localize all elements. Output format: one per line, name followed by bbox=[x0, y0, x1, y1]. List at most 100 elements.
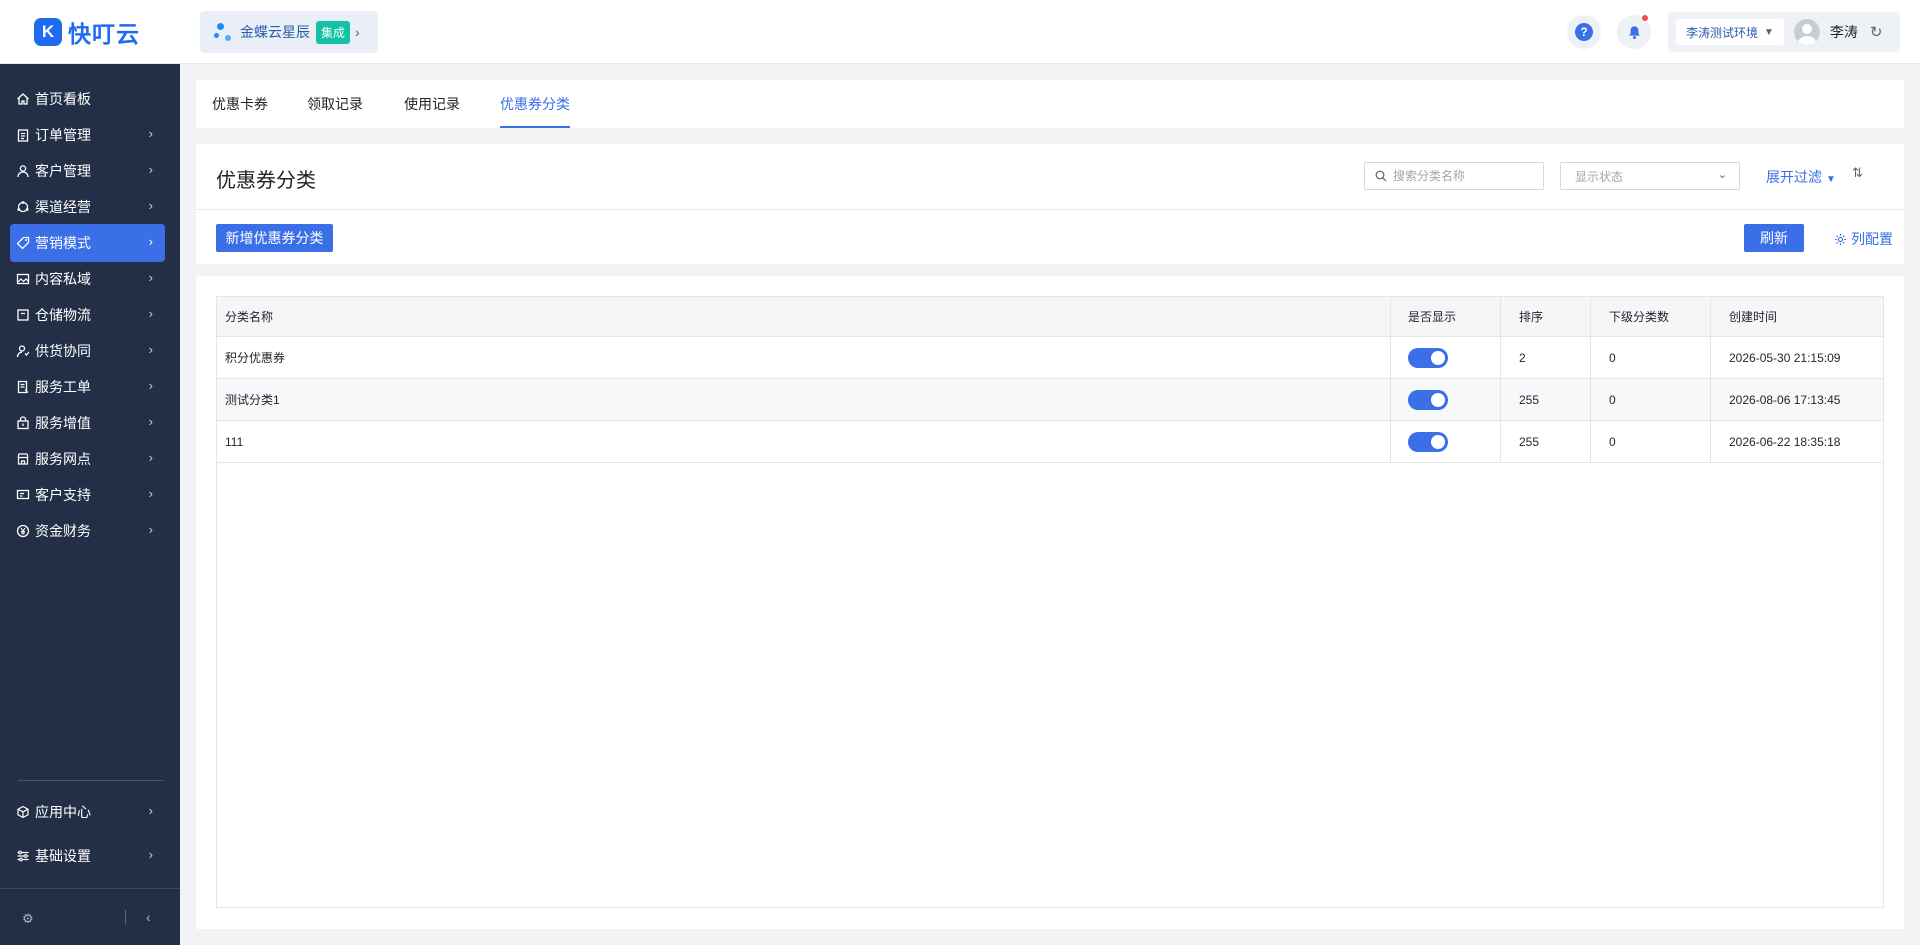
notification-button[interactable] bbox=[1617, 15, 1651, 49]
tab-claim-records[interactable]: 领取记录 bbox=[307, 80, 363, 128]
product-switcher[interactable]: 金蝶云星辰 集成 › bbox=[200, 11, 378, 53]
sidebar-item-label: 基础设置 bbox=[35, 848, 91, 864]
sidebar-item-customers[interactable]: 客户管理 › bbox=[10, 152, 165, 190]
chevron-right-icon: › bbox=[148, 126, 153, 141]
sort-value: 2 bbox=[1501, 337, 1591, 378]
environment-select[interactable]: 李涛测试环境 ▼ bbox=[1676, 19, 1784, 45]
subcategory-count: 0 bbox=[1591, 337, 1711, 378]
product-tag-badge: 集成 bbox=[316, 20, 351, 44]
footer-separator bbox=[125, 910, 126, 924]
top-header: K 快叮云 金蝶云星辰 集成 › ? 李涛测试环境 ▼ 李涛 ↻ bbox=[0, 0, 1920, 64]
cube-icon bbox=[16, 805, 30, 819]
refresh-button[interactable]: 刷新 bbox=[1744, 224, 1804, 252]
sidebar-item-finance[interactable]: 资金财务 › bbox=[10, 512, 165, 550]
sidebar-item-channels[interactable]: 渠道经营 › bbox=[10, 188, 165, 226]
yuan-icon bbox=[16, 524, 30, 538]
table-row[interactable]: 111 255 0 2026-06-22 18:35:18 bbox=[217, 421, 1883, 463]
user-name[interactable]: 李涛 bbox=[1830, 22, 1858, 42]
sidebar-item-dashboard[interactable]: 首页看板 bbox=[10, 80, 165, 118]
sidebar-item-marketing[interactable]: 营销模式 › bbox=[10, 224, 165, 262]
column-header[interactable]: 是否显示 bbox=[1391, 297, 1501, 336]
gear-icon bbox=[1834, 233, 1847, 245]
table-row[interactable]: 积分优惠券 2 0 2026-05-30 21:15:09 bbox=[217, 337, 1883, 379]
visibility-toggle[interactable] bbox=[1408, 431, 1448, 452]
status-select-placeholder: 显示状态 bbox=[1575, 169, 1624, 184]
sidebar-item-outlets[interactable]: 服务网点 › bbox=[10, 440, 165, 478]
sidebar-footer-divider bbox=[0, 888, 180, 889]
sort-value: 255 bbox=[1501, 379, 1591, 420]
home-icon bbox=[16, 92, 30, 106]
refresh-icon[interactable]: ↻ bbox=[1870, 23, 1883, 41]
tab-coupons[interactable]: 优惠卡券 bbox=[212, 80, 268, 128]
sidebar-item-label: 服务网点 bbox=[35, 451, 91, 467]
category-name: 测试分类1 bbox=[217, 379, 1391, 420]
category-table: 分类名称 是否显示 排序 下级分类数 创建时间 积分优惠券 2 0 2026-0… bbox=[216, 296, 1884, 908]
product-name: 金蝶云星辰 bbox=[240, 24, 310, 40]
sidebar-item-settings[interactable]: 基础设置 › bbox=[10, 837, 165, 875]
column-header[interactable]: 分类名称 bbox=[217, 297, 1391, 336]
created-time: 2026-06-22 18:35:18 bbox=[1729, 434, 1841, 449]
sidebar-item-value-added[interactable]: 服务增值 › bbox=[10, 404, 165, 442]
collapse-sidebar-icon[interactable]: ‹ bbox=[146, 909, 151, 925]
column-header[interactable]: 下级分类数 bbox=[1591, 297, 1711, 336]
bell-icon bbox=[1628, 25, 1640, 39]
sort-icon[interactable]: ⇅ bbox=[1852, 165, 1863, 181]
created-time: 2026-08-06 17:13:45 bbox=[1729, 392, 1841, 407]
chevron-right-icon: › bbox=[148, 414, 153, 429]
table-header: 分类名称 是否显示 排序 下级分类数 创建时间 bbox=[217, 297, 1883, 337]
sidebar-item-warehouse[interactable]: 仓储物流 › bbox=[10, 296, 165, 334]
column-config-button[interactable]: 列配置 bbox=[1834, 229, 1893, 249]
expand-filter-label: 展开过滤 bbox=[1766, 169, 1822, 185]
subcategory-count: 0 bbox=[1591, 421, 1711, 462]
chevron-right-icon: › bbox=[148, 342, 153, 357]
chevron-right-icon: › bbox=[148, 162, 153, 177]
sidebar-item-label: 营销模式 bbox=[35, 235, 91, 251]
visibility-toggle[interactable] bbox=[1408, 347, 1448, 368]
chevron-down-icon: ▼ bbox=[1826, 174, 1836, 185]
sidebar: 首页看板 订单管理 › 客户管理 › 渠道经营 › 营销模式 › 内容私域 › … bbox=[0, 64, 180, 945]
sidebar-item-label: 首页看板 bbox=[35, 91, 91, 107]
search-field[interactable] bbox=[1364, 162, 1544, 190]
search-input[interactable] bbox=[1393, 169, 1533, 183]
notification-dot bbox=[1642, 15, 1648, 21]
help-icon: ? bbox=[1575, 23, 1593, 41]
image-icon bbox=[16, 272, 30, 286]
tab-bar: 优惠卡券 领取记录 使用记录 优惠券分类 bbox=[196, 80, 1904, 128]
toolbar-panel: 优惠券分类 显示状态 ⌄ 展开过滤 ▼ ⇅ 新增优惠券分类 刷新 列配置 bbox=[196, 144, 1904, 264]
sidebar-item-label: 供货协同 bbox=[35, 343, 91, 359]
sidebar-item-label: 客户管理 bbox=[35, 163, 91, 179]
sidebar-item-app-center[interactable]: 应用中心 › bbox=[10, 793, 165, 831]
store-icon bbox=[16, 452, 30, 466]
status-select[interactable]: 显示状态 ⌄ bbox=[1560, 162, 1740, 190]
sidebar-item-supply[interactable]: 供货协同 › bbox=[10, 332, 165, 370]
user-icon bbox=[16, 164, 30, 178]
gear-icon[interactable]: ⚙ bbox=[22, 911, 34, 927]
tab-coupon-categories[interactable]: 优惠券分类 bbox=[500, 80, 570, 128]
expand-filter-button[interactable]: 展开过滤 ▼ bbox=[1766, 167, 1836, 187]
sidebar-item-tickets[interactable]: 服务工单 › bbox=[10, 368, 165, 406]
column-header[interactable]: 排序 bbox=[1501, 297, 1591, 336]
chevron-right-icon: › bbox=[148, 847, 153, 862]
sidebar-item-content[interactable]: 内容私域 › bbox=[10, 260, 165, 298]
category-name: 积分优惠券 bbox=[217, 337, 1391, 378]
sidebar-item-label: 资金财务 bbox=[35, 523, 91, 539]
box-icon bbox=[16, 308, 30, 322]
sidebar-item-orders[interactable]: 订单管理 › bbox=[10, 116, 165, 154]
sidebar-item-label: 服务增值 bbox=[35, 415, 91, 431]
help-button[interactable]: ? bbox=[1567, 15, 1601, 49]
column-header[interactable]: 创建时间 bbox=[1711, 297, 1883, 336]
logo-text: 快叮云 bbox=[68, 21, 140, 47]
sidebar-item-support[interactable]: 客户支持 › bbox=[10, 476, 165, 514]
add-category-button[interactable]: 新增优惠券分类 bbox=[216, 224, 333, 252]
sidebar-item-label: 内容私域 bbox=[35, 271, 91, 287]
tab-usage-records[interactable]: 使用记录 bbox=[404, 80, 460, 128]
table-row[interactable]: 测试分类1 255 0 2026-08-06 17:13:45 bbox=[217, 379, 1883, 421]
support-icon bbox=[16, 488, 30, 502]
table-panel: 分类名称 是否显示 排序 下级分类数 创建时间 积分优惠券 2 0 2026-0… bbox=[196, 276, 1904, 929]
visibility-toggle[interactable] bbox=[1408, 389, 1448, 410]
sliders-icon bbox=[16, 849, 30, 863]
avatar[interactable] bbox=[1793, 19, 1820, 45]
app-logo[interactable]: K 快叮云 bbox=[0, 0, 180, 64]
sidebar-item-label: 渠道经营 bbox=[35, 199, 91, 215]
sidebar-item-label: 仓储物流 bbox=[35, 307, 91, 323]
